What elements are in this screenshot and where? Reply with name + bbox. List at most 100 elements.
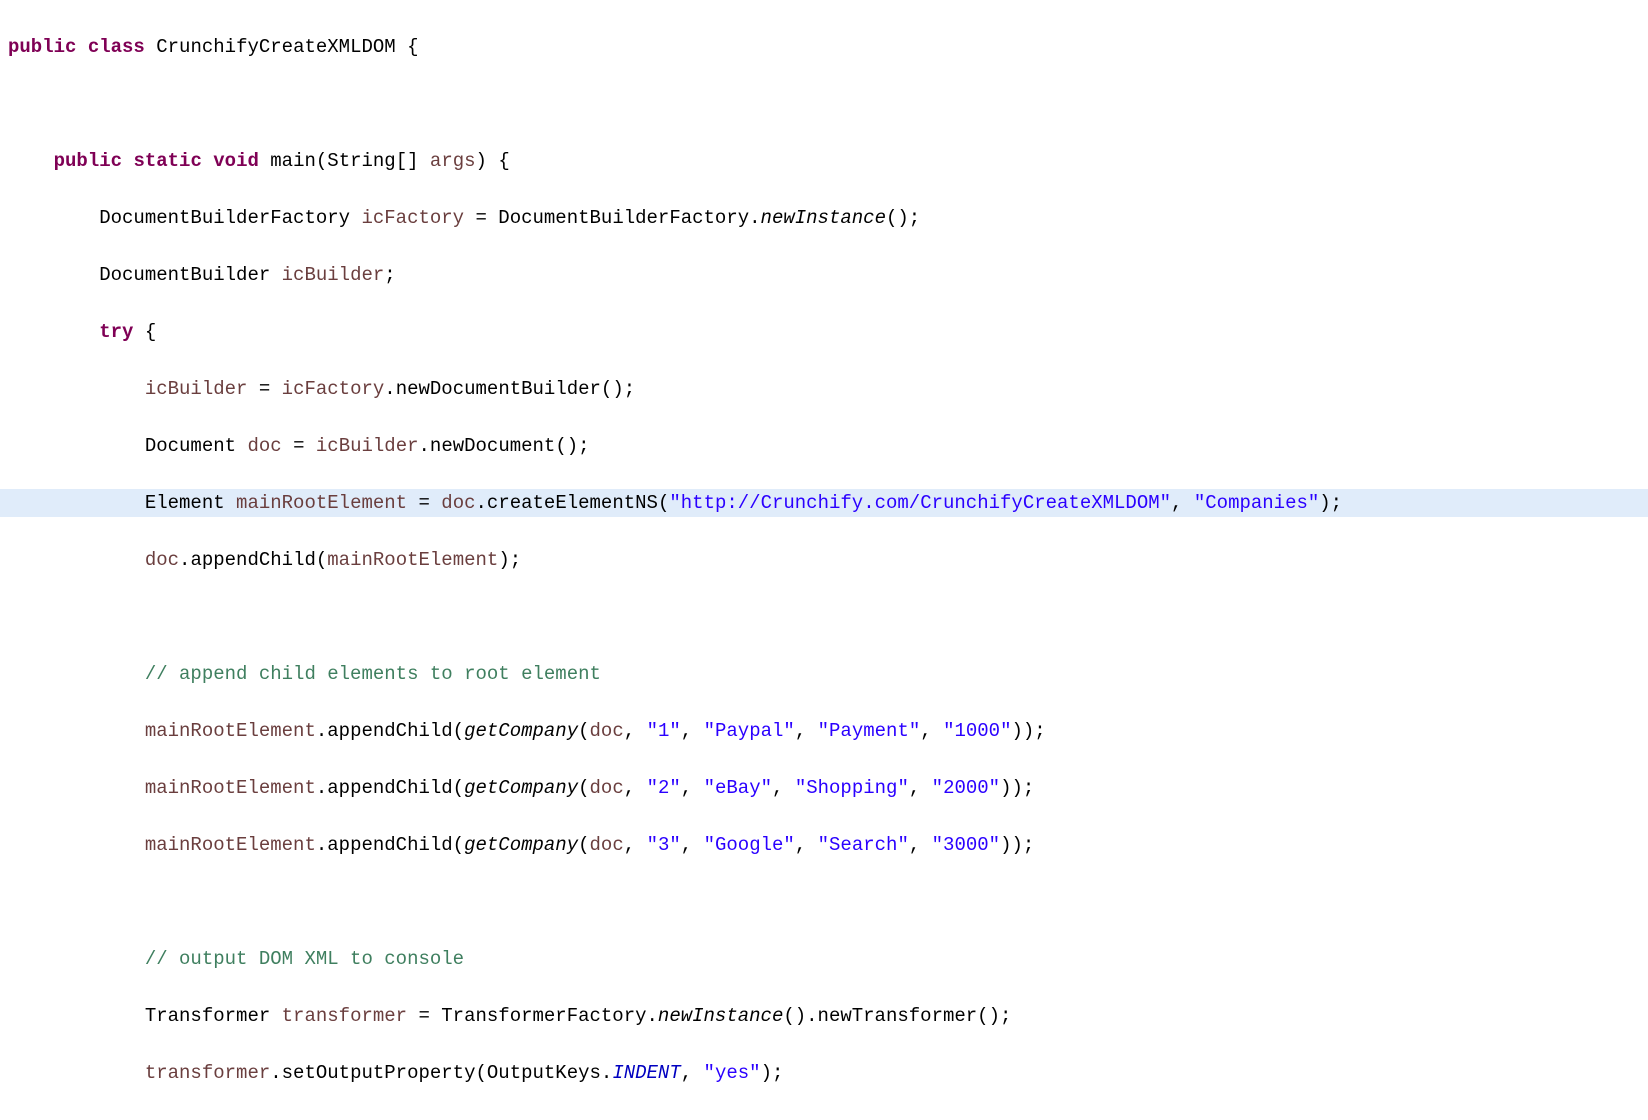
code-line-1: public class CrunchifyCreateXMLDOM {: [0, 33, 1648, 62]
variable: mainRootElement: [145, 720, 316, 742]
code-line-9-highlighted: Element mainRootElement = doc.createElem…: [0, 489, 1648, 518]
paren: (: [578, 777, 589, 799]
end: );: [498, 549, 521, 571]
comma: ,: [920, 720, 943, 742]
string-literal: "http://Crunchify.com/CrunchifyCreateXML…: [669, 492, 1171, 514]
variable: icBuilder: [145, 378, 248, 400]
code-line-13: mainRootElement.appendChild(getCompany(d…: [0, 717, 1648, 746]
assign: = TransformerFactory.: [407, 1005, 658, 1027]
variable: doc: [590, 834, 624, 856]
comma: ,: [909, 777, 932, 799]
assign: = DocumentBuilderFactory.: [464, 207, 760, 229]
comma: ,: [772, 777, 795, 799]
comma: ,: [681, 720, 704, 742]
brace: {: [396, 36, 419, 58]
comma: ,: [909, 834, 932, 856]
string-literal: "1000": [943, 720, 1011, 742]
paren: (: [578, 720, 589, 742]
string-literal: "2": [647, 777, 681, 799]
keyword-public: public: [54, 150, 122, 172]
variable: doc: [590, 777, 624, 799]
string-literal: "Companies": [1194, 492, 1319, 514]
code-line-3: public static void main(String[] args) {: [0, 147, 1648, 176]
type: DocumentBuilder: [99, 264, 281, 286]
static-call: newInstance: [658, 1005, 783, 1027]
end: ));: [1011, 720, 1045, 742]
comma: ,: [1171, 492, 1194, 514]
code-editor[interactable]: public class CrunchifyCreateXMLDOM { pub…: [0, 0, 1648, 1120]
variable: doc: [247, 435, 281, 457]
string-literal: "2000": [932, 777, 1000, 799]
end: );: [761, 1062, 784, 1084]
code-line-5: DocumentBuilder icBuilder;: [0, 261, 1648, 290]
assign: =: [407, 492, 441, 514]
end: );: [1319, 492, 1342, 514]
comma: ,: [681, 777, 704, 799]
code-line-16: [0, 888, 1648, 917]
keyword-class: class: [88, 36, 145, 58]
type: Element: [145, 492, 236, 514]
code-line-2: [0, 90, 1648, 119]
string-literal: "eBay": [704, 777, 772, 799]
static-call: newInstance: [761, 207, 886, 229]
call: ().newTransformer();: [783, 1005, 1011, 1027]
variable: doc: [145, 549, 179, 571]
static-call: getCompany: [464, 720, 578, 742]
comma: ,: [681, 1062, 704, 1084]
string-literal: "3": [647, 834, 681, 856]
keyword-try: try: [99, 321, 133, 343]
variable: mainRootElement: [236, 492, 407, 514]
call: .newDocumentBuilder();: [384, 378, 635, 400]
comma: ,: [624, 720, 647, 742]
string-literal: "Shopping": [795, 777, 909, 799]
code-line-18: Transformer transformer = TransformerFac…: [0, 1002, 1648, 1031]
code-line-10: doc.appendChild(mainRootElement);: [0, 546, 1648, 575]
variable: icFactory: [282, 378, 385, 400]
comment: // output DOM XML to console: [145, 948, 464, 970]
type: Document: [145, 435, 248, 457]
string-literal: "1": [647, 720, 681, 742]
call: .appendChild(: [179, 549, 327, 571]
code-line-6: try {: [0, 318, 1648, 347]
comma: ,: [795, 834, 818, 856]
comma: ,: [795, 720, 818, 742]
variable: mainRootElement: [327, 549, 498, 571]
static-call: getCompany: [464, 834, 578, 856]
keyword-static: static: [133, 150, 201, 172]
code-line-7: icBuilder = icFactory.newDocumentBuilder…: [0, 375, 1648, 404]
end: ));: [1000, 777, 1034, 799]
string-literal: "yes": [704, 1062, 761, 1084]
call: .setOutputProperty(OutputKeys.: [270, 1062, 612, 1084]
call: .appendChild(: [316, 777, 464, 799]
class-name: CrunchifyCreateXMLDOM: [156, 36, 395, 58]
string-literal: "Search": [818, 834, 909, 856]
paren: (: [578, 834, 589, 856]
code-line-4: DocumentBuilderFactory icFactory = Docum…: [0, 204, 1648, 233]
paren: ) {: [476, 150, 510, 172]
variable: mainRootElement: [145, 777, 316, 799]
assign: =: [247, 378, 281, 400]
comma: ,: [624, 834, 647, 856]
end: ));: [1000, 834, 1034, 856]
method-name: main: [270, 150, 316, 172]
code-line-17: // output DOM XML to console: [0, 945, 1648, 974]
code-line-15: mainRootElement.appendChild(getCompany(d…: [0, 831, 1648, 860]
call: .createElementNS(: [476, 492, 670, 514]
param-name: args: [430, 150, 476, 172]
comment: // append child elements to root element: [145, 663, 601, 685]
code-line-14: mainRootElement.appendChild(getCompany(d…: [0, 774, 1648, 803]
type: Transformer: [145, 1005, 282, 1027]
code-line-12: // append child elements to root element: [0, 660, 1648, 689]
code-line-8: Document doc = icBuilder.newDocument();: [0, 432, 1648, 461]
brace: {: [133, 321, 156, 343]
variable: doc: [441, 492, 475, 514]
static-field: INDENT: [612, 1062, 680, 1084]
end: ();: [886, 207, 920, 229]
assign: =: [282, 435, 316, 457]
static-call: getCompany: [464, 777, 578, 799]
string-literal: "Payment": [818, 720, 921, 742]
variable: transformer: [282, 1005, 407, 1027]
comma: ,: [681, 834, 704, 856]
call: .appendChild(: [316, 834, 464, 856]
call: .appendChild(: [316, 720, 464, 742]
